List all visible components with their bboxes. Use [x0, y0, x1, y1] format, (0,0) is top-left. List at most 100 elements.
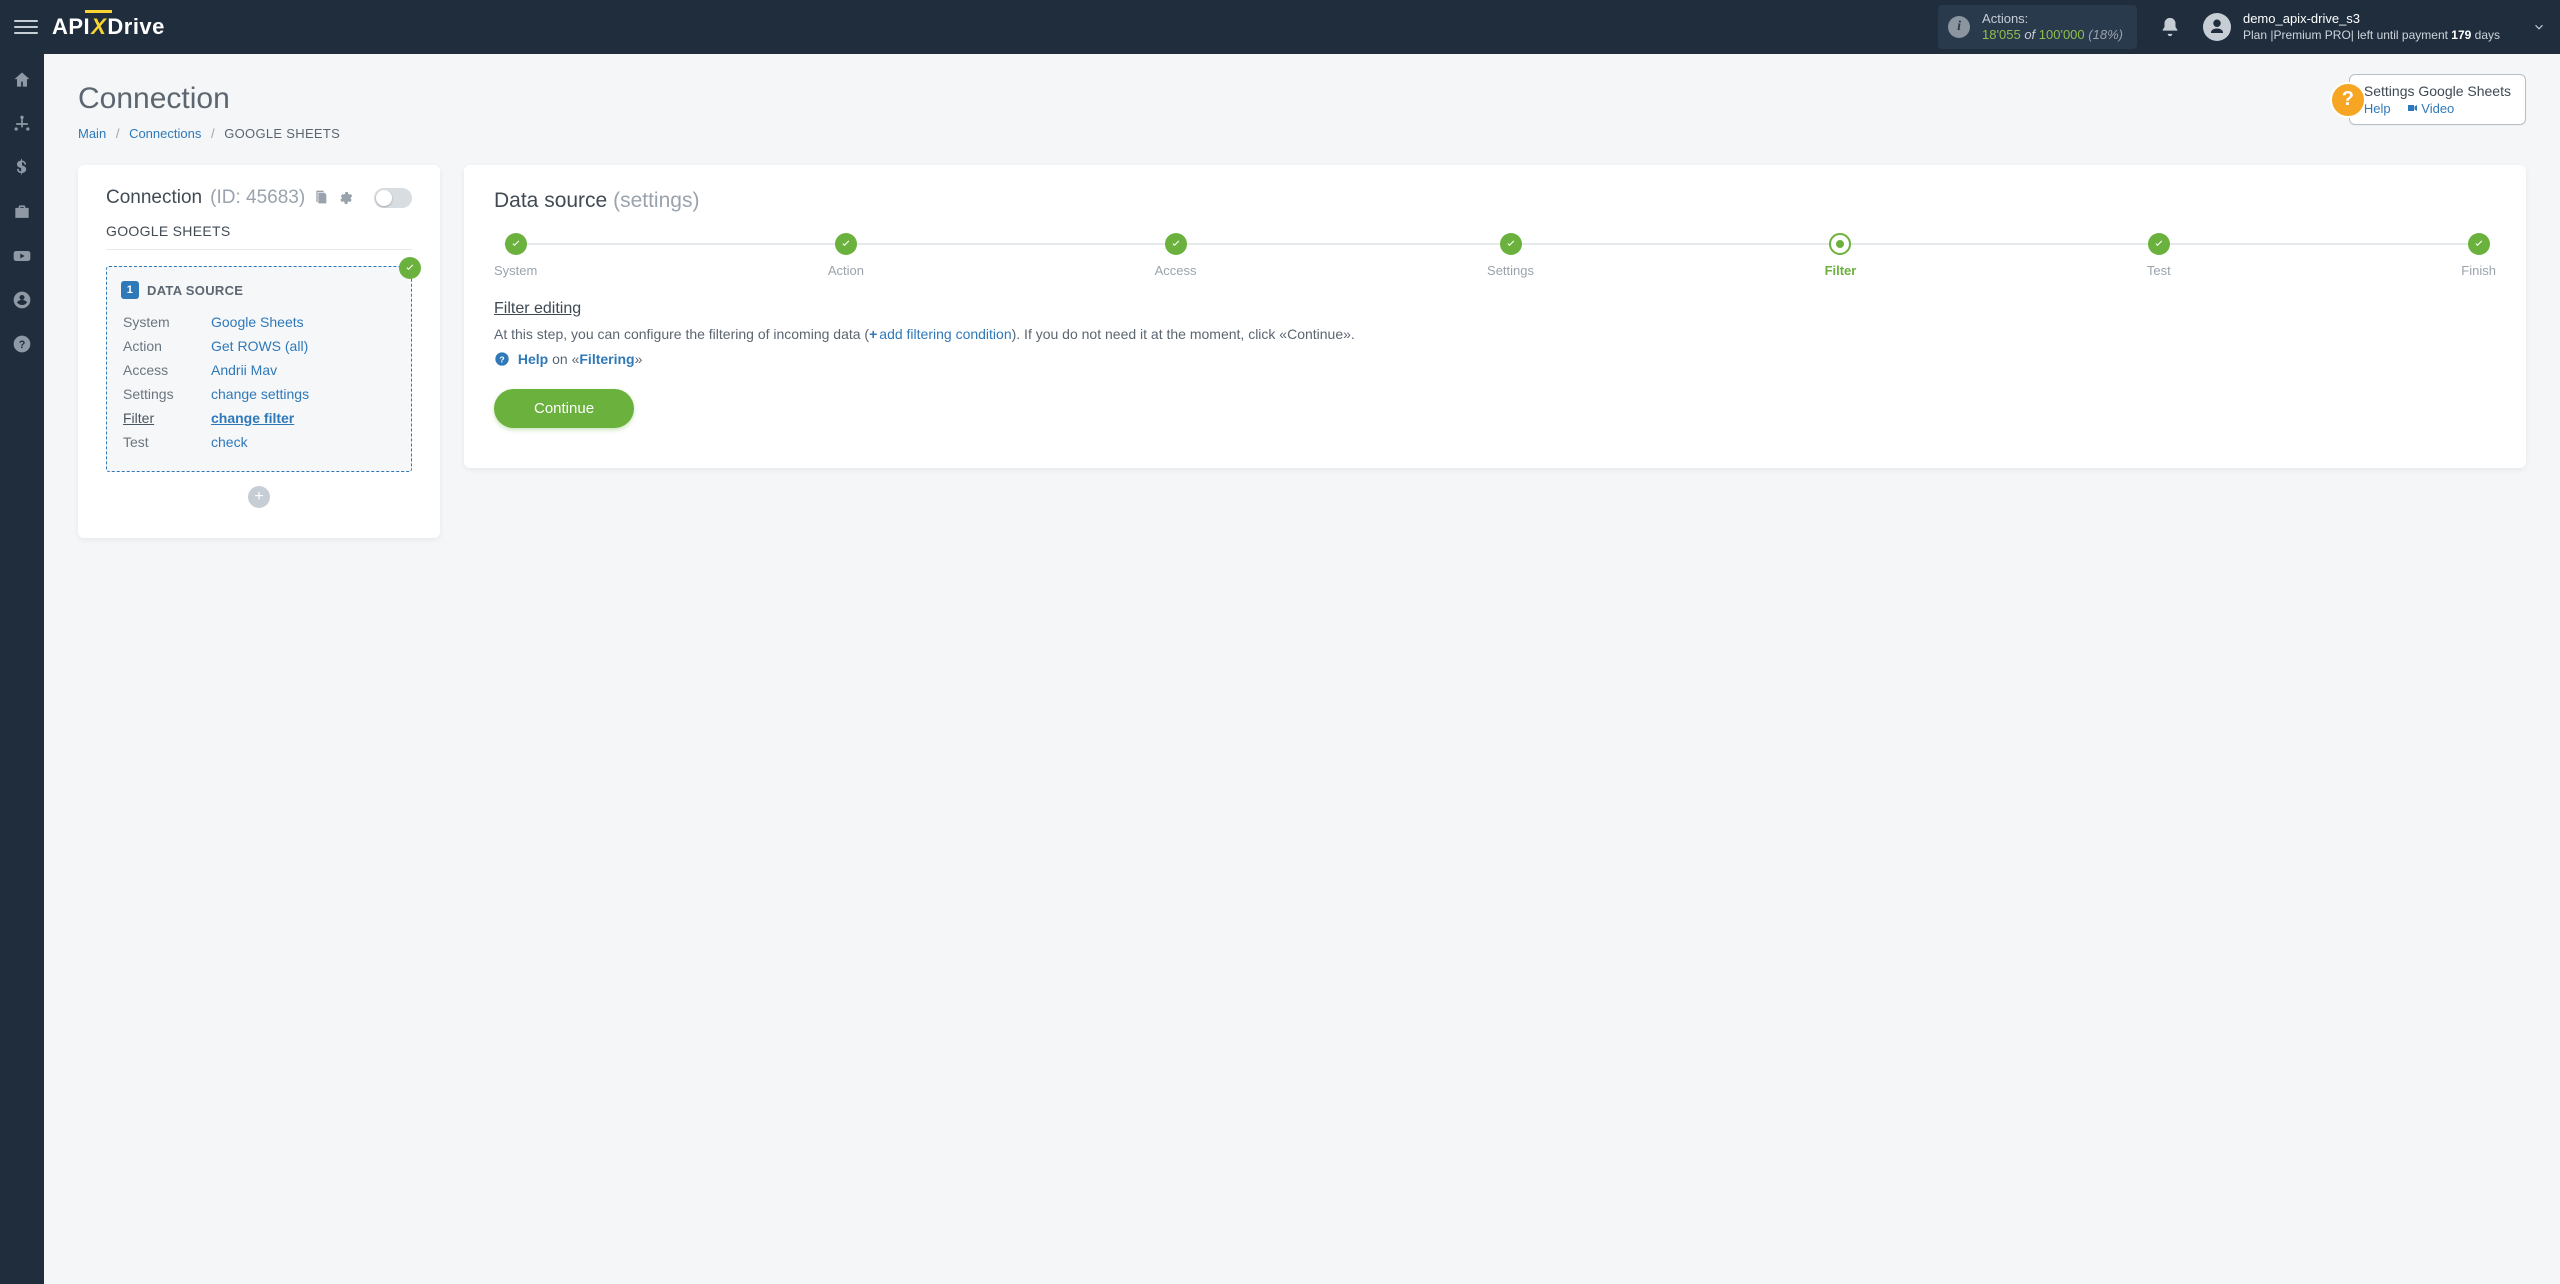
help-circle-icon: ? [494, 351, 510, 367]
ds-row: ActionGet ROWS (all) [123, 335, 395, 357]
help-widget-title: Settings Google Sheets [2364, 83, 2511, 99]
step-label: Test [2147, 263, 2171, 278]
nav-help-icon[interactable]: ? [10, 332, 34, 356]
ds-row-key: Settings [123, 383, 209, 405]
step-label: Settings [1487, 263, 1534, 278]
user-name: demo_apix-drive_s3 [2243, 11, 2500, 27]
stepper: System Action Access Settings Filter Test Fini… [494, 233, 2496, 278]
menu-toggle-button[interactable] [14, 15, 38, 39]
filter-section-title: Filter editing [494, 300, 2496, 318]
ds-row: Testcheck [123, 431, 395, 453]
breadcrumbs: Main / Connections / GOOGLE SHEETS [78, 126, 2526, 141]
user-avatar-icon [2203, 13, 2231, 41]
user-menu[interactable]: demo_apix-drive_s3 Plan |Premium PRO| le… [2203, 11, 2546, 42]
check-badge-icon [399, 257, 421, 279]
ds-row: Filterchange filter [123, 407, 395, 429]
help-question-icon[interactable]: ? [2330, 82, 2366, 118]
add-filter-condition-link[interactable]: +add filtering condition [869, 326, 1012, 342]
ds-row: AccessAndrii Mav [123, 359, 395, 381]
step-system[interactable]: System [494, 233, 537, 278]
breadcrumb-main[interactable]: Main [78, 126, 106, 141]
logo-text-drive: Drive [107, 14, 165, 40]
step-dot [2468, 233, 2490, 255]
data-source-title: 1 DATA SOURCE [121, 281, 397, 299]
step-dot [2148, 233, 2170, 255]
step-label: Access [1155, 263, 1197, 278]
connection-card-header: Connection (ID: 45683) [106, 187, 412, 209]
ds-row-key: Filter [123, 407, 209, 429]
ds-row-link[interactable]: change settings [211, 386, 309, 402]
ds-row: SystemGoogle Sheets [123, 311, 395, 333]
gear-icon[interactable] [337, 190, 353, 206]
nav-briefcase-icon[interactable] [10, 200, 34, 224]
ds-row-link[interactable]: Google Sheets [211, 314, 304, 330]
panel-title: Data source (settings) [494, 189, 2496, 213]
data-source-box: 1 DATA SOURCE SystemGoogle SheetsActionG… [106, 266, 412, 472]
breadcrumb-current: GOOGLE SHEETS [224, 126, 340, 141]
step-dot [1165, 233, 1187, 255]
help-filtering-link[interactable]: Help [518, 351, 548, 367]
connection-toggle[interactable] [374, 188, 412, 208]
help-widget: ? Settings Google Sheets Help Video [2349, 74, 2526, 125]
settings-panel: Data source (settings) System Action Acces… [464, 165, 2526, 468]
logo[interactable]: API X Drive [52, 14, 165, 40]
ds-row-key: Test [123, 431, 209, 453]
help-topic-link[interactable]: Filtering [579, 351, 634, 367]
page-title: Connection [78, 82, 2526, 116]
svg-text:?: ? [19, 339, 26, 351]
continue-button[interactable]: Continue [494, 389, 634, 428]
sidebar: ? [0, 54, 44, 1284]
nav-home-icon[interactable] [10, 68, 34, 92]
user-plan: Plan |Premium PRO| left until payment 17… [2243, 28, 2500, 43]
ds-row-link[interactable]: change filter [211, 410, 294, 426]
step-filter[interactable]: Filter [1825, 233, 1857, 278]
video-link[interactable]: Video [2406, 101, 2454, 116]
nav-connections-icon[interactable] [10, 112, 34, 136]
step-label: Filter [1825, 263, 1857, 278]
actions-values: 18'055 of 100'000 (18%) [1982, 27, 2123, 43]
step-settings[interactable]: Settings [1487, 233, 1534, 278]
connection-system: GOOGLE SHEETS [106, 223, 412, 250]
ds-row: Settingschange settings [123, 383, 395, 405]
connection-card: Connection (ID: 45683) GOOGLE SHEETS 1 D… [78, 165, 440, 538]
ds-row-link[interactable]: Get ROWS (all) [211, 338, 308, 354]
info-icon: i [1948, 16, 1970, 38]
step-action[interactable]: Action [828, 233, 864, 278]
copy-icon[interactable] [313, 190, 329, 206]
nav-video-icon[interactable] [10, 244, 34, 268]
notifications-icon[interactable] [2159, 16, 2181, 38]
step-dot [1829, 233, 1851, 255]
data-source-number: 1 [121, 281, 139, 299]
logo-text-api: API [52, 14, 90, 40]
connection-title: Connection [106, 187, 202, 209]
breadcrumb-connections[interactable]: Connections [129, 126, 201, 141]
step-dot [505, 233, 527, 255]
step-label: System [494, 263, 537, 278]
topbar: API X Drive i Actions: 18'055 of 100'000… [0, 0, 2560, 54]
step-dot [835, 233, 857, 255]
filter-description: At this step, you can configure the filt… [494, 324, 2496, 345]
nav-account-icon[interactable] [10, 288, 34, 312]
chevron-down-icon [2532, 20, 2546, 34]
ds-row-key: Action [123, 335, 209, 357]
step-access[interactable]: Access [1155, 233, 1197, 278]
svg-text:?: ? [499, 354, 504, 364]
add-destination-button[interactable]: + [248, 486, 270, 508]
step-finish[interactable]: Finish [2461, 233, 2496, 278]
ds-row-key: System [123, 311, 209, 333]
nav-billing-icon[interactable] [10, 156, 34, 180]
connection-id: (ID: 45683) [210, 187, 305, 209]
step-label: Action [828, 263, 864, 278]
main-content: Connection Main / Connections / GOOGLE S… [44, 54, 2560, 1284]
help-link[interactable]: Help [2364, 101, 2391, 116]
user-info: demo_apix-drive_s3 Plan |Premium PRO| le… [2243, 11, 2500, 42]
ds-row-key: Access [123, 359, 209, 381]
step-dot [1500, 233, 1522, 255]
step-label: Finish [2461, 263, 2496, 278]
actions-label: Actions: [1982, 11, 2123, 27]
video-icon [2406, 102, 2418, 114]
actions-usage-box[interactable]: i Actions: 18'055 of 100'000 (18%) [1938, 5, 2137, 48]
ds-row-link[interactable]: Andrii Mav [211, 362, 277, 378]
ds-row-link[interactable]: check [211, 434, 248, 450]
step-test[interactable]: Test [2147, 233, 2171, 278]
